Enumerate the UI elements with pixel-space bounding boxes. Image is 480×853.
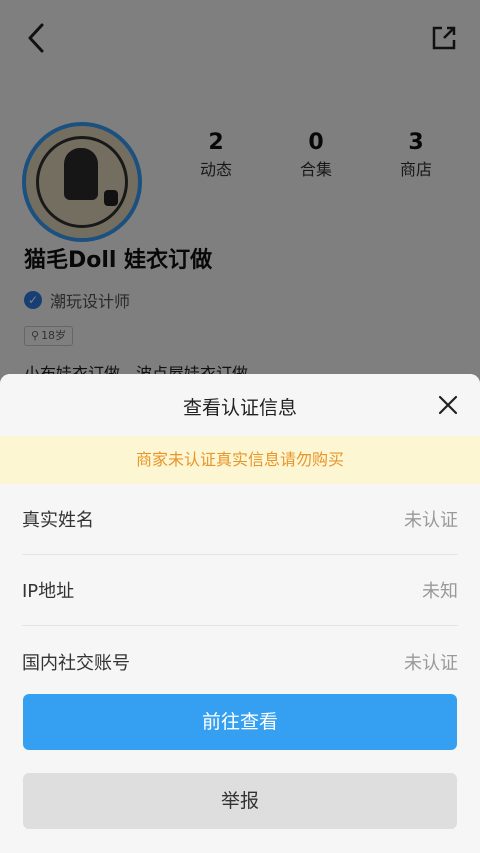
sheet-header: 查看认证信息: [0, 374, 480, 436]
go-view-button[interactable]: 前往查看: [23, 694, 457, 750]
row-real-name: 真实姓名 未认证: [22, 484, 458, 555]
row-value: 未知: [422, 581, 458, 602]
sheet-title: 查看认证信息: [182, 397, 297, 419]
row-value: 未认证: [404, 652, 458, 674]
verification-list: 真实姓名 未认证 IP地址 未知 国内社交账号 未认证: [0, 484, 480, 697]
row-social-account: 国内社交账号 未认证: [22, 626, 458, 697]
warning-banner: 商家未认证真实信息请勿购买: [0, 436, 480, 484]
row-label: 国内社交账号: [22, 652, 130, 674]
row-label: IP地址: [22, 581, 75, 602]
row-label: 真实姓名: [22, 510, 94, 531]
row-ip-address: IP地址 未知: [22, 555, 458, 626]
verification-sheet: 查看认证信息 商家未认证真实信息请勿购买 真实姓名 未认证 IP地址 未知 国内…: [0, 374, 480, 853]
row-value: 未认证: [404, 510, 458, 531]
report-button[interactable]: 举报: [23, 773, 457, 829]
close-icon[interactable]: [436, 393, 460, 417]
